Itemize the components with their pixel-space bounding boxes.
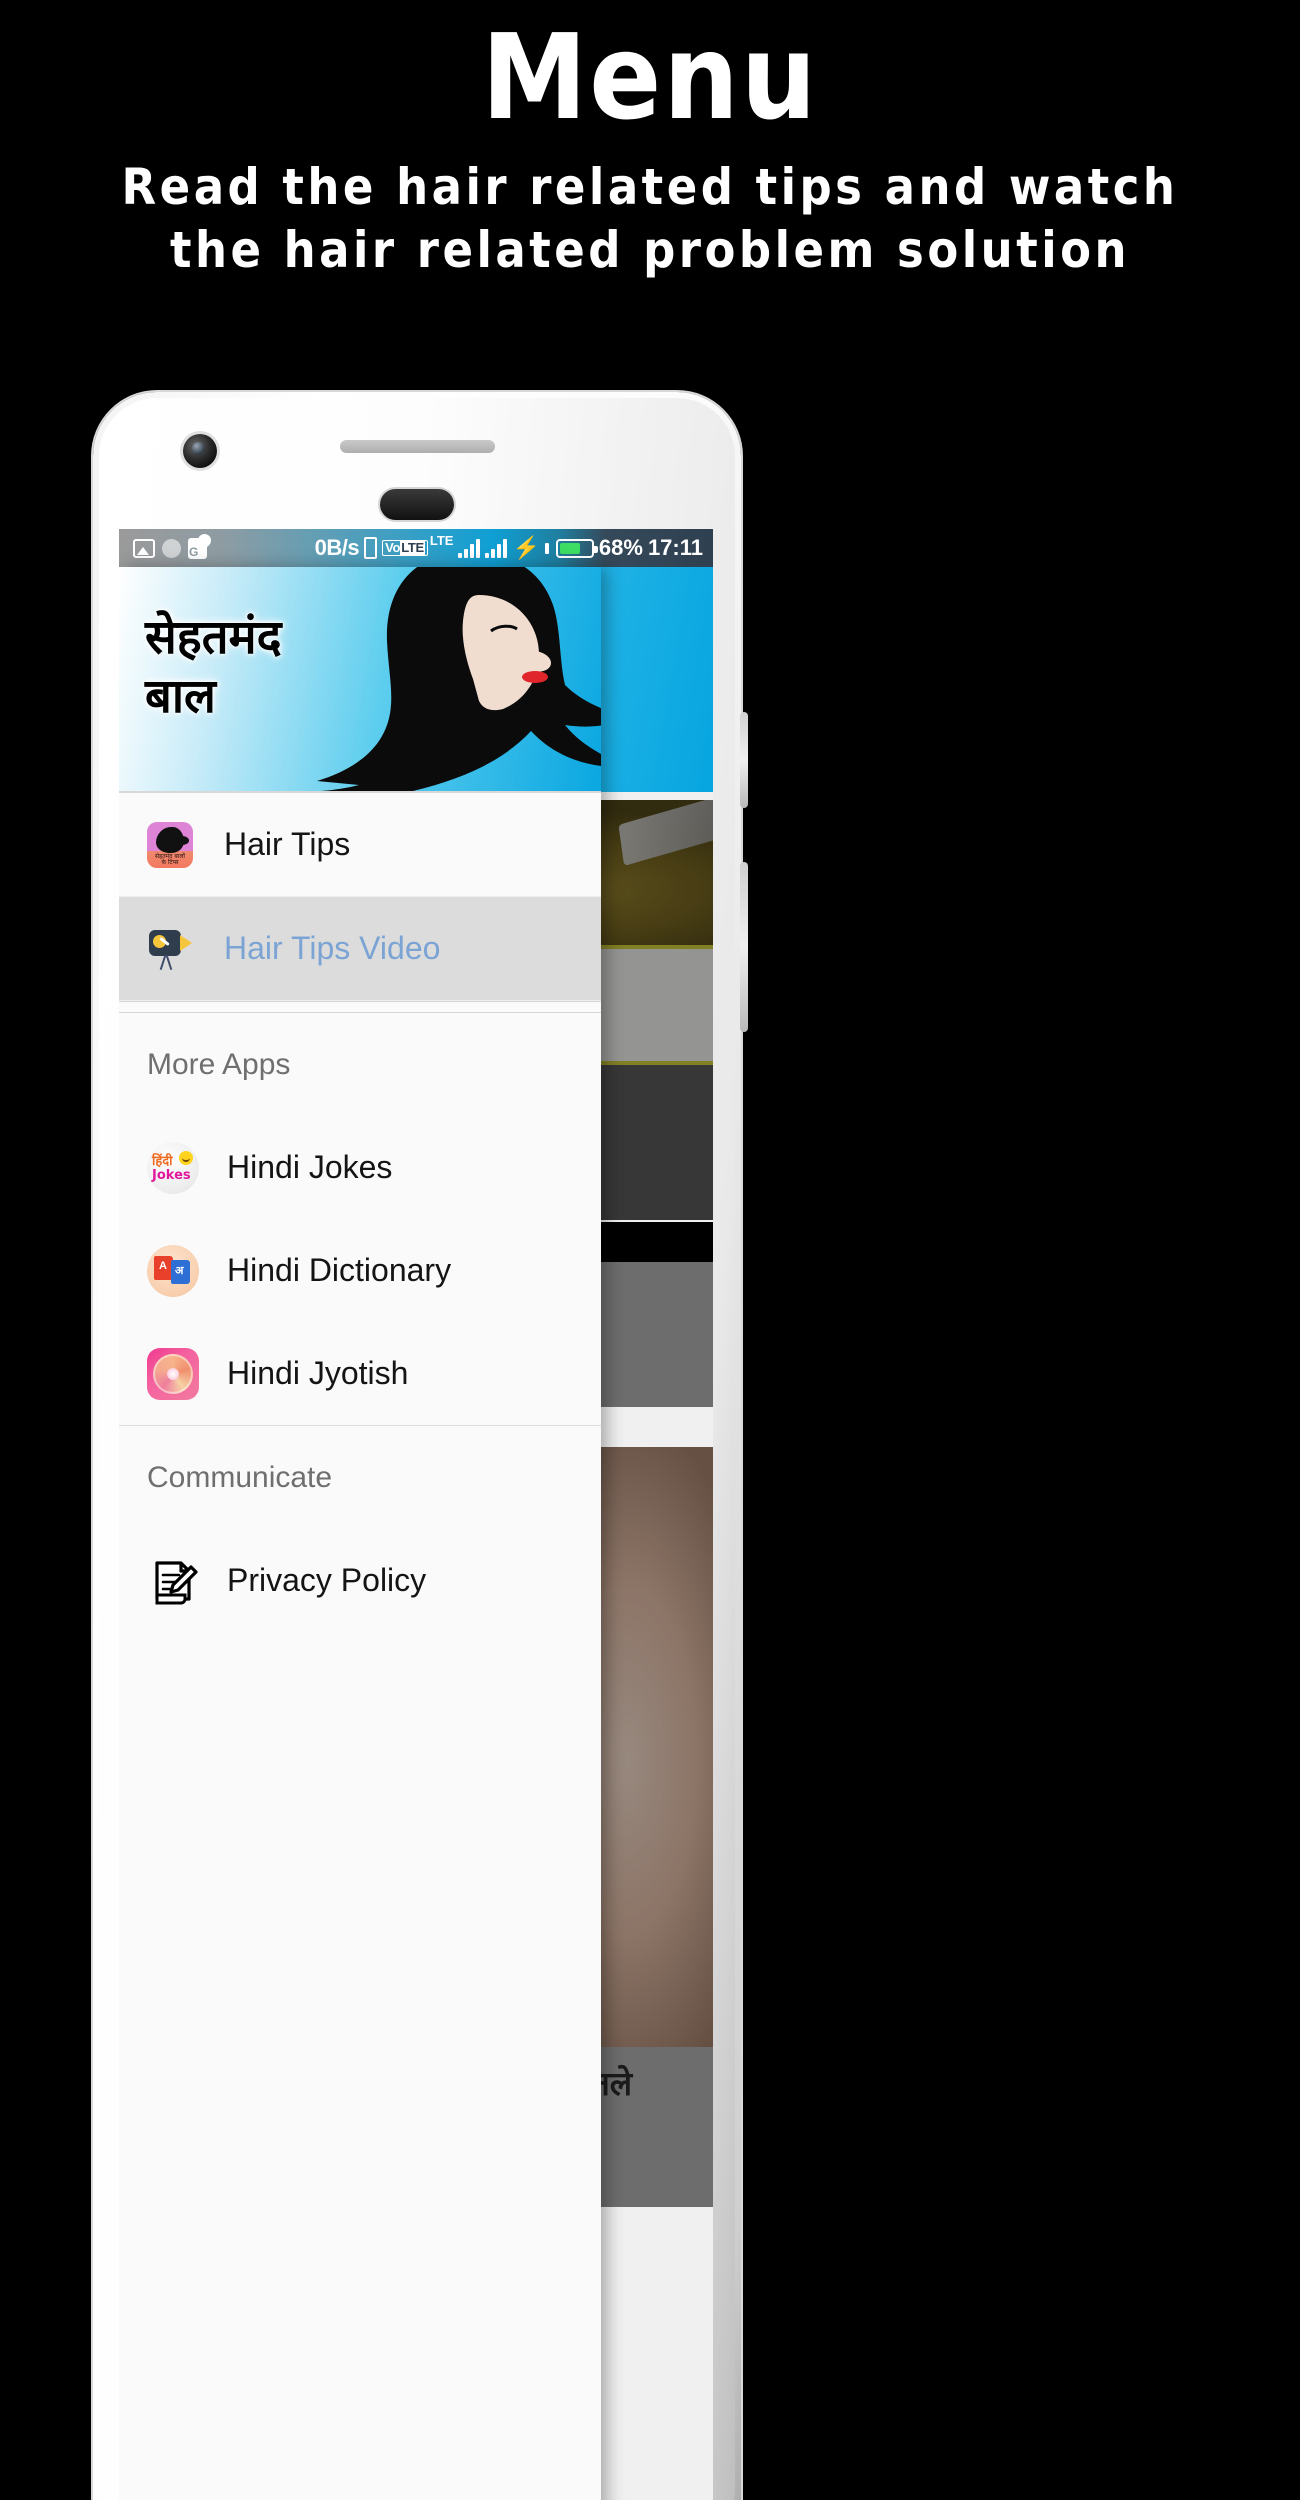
hair-tips-app-icon: सेहतमंद बालों के टिप्स	[147, 821, 193, 868]
drawer-item-label: Hindi Dictionary	[227, 1252, 452, 1288]
volume-button[interactable]	[740, 712, 748, 808]
navigation-drawer: सेहतमंद बाल सेहतमंद बालों के टिप्स Hair …	[119, 567, 601, 2500]
drawer-item-label: Hindi Jyotish	[227, 1355, 409, 1391]
drawer-item-label: Privacy Policy	[227, 1562, 427, 1598]
drawer-item-hair-tips-video[interactable]: Hair Tips Video	[119, 897, 601, 1001]
lte-label: LTE	[429, 532, 454, 548]
drawer-header: सेहतमंद बाल	[119, 567, 601, 793]
phone-device-frame: G 0B/s VoLTE LTE ⚡ 68% 17:11 पतले सेहतमं…	[93, 392, 748, 2500]
page-title: Menu	[481, 8, 819, 146]
drawer-item-label: Hindi Jokes	[227, 1149, 393, 1185]
hindi-dictionary-app-icon	[147, 1244, 199, 1297]
status-bar-right-icons: 0B/s VoLTE LTE ⚡ 68% 17:11	[314, 532, 713, 561]
vibrate-icon	[364, 537, 378, 559]
signal-bars-icon	[458, 538, 481, 558]
video-camera-icon	[147, 926, 193, 972]
drawer-item-hindi-jokes[interactable]: हिंदी Jokes Hindi Jokes	[119, 1116, 601, 1219]
charging-bolt-icon: ⚡	[512, 535, 540, 560]
promo-header: Menu Read the hair related tips and watc…	[0, 0, 1300, 281]
promo-screenshot: Menu Read the hair related tips and watc…	[0, 0, 1300, 2500]
privacy-policy-icon	[147, 1555, 199, 1607]
drawer-item-label: Hair Tips	[224, 826, 351, 862]
hindi-jyotish-app-icon	[147, 1347, 199, 1400]
drawer-item-hindi-dictionary[interactable]: Hindi Dictionary	[119, 1219, 601, 1322]
clock-label: 17:11	[647, 535, 703, 560]
drawer-item-hindi-jyotish[interactable]: Hindi Jyotish	[119, 1322, 601, 1425]
image-icon	[133, 538, 155, 558]
circle-sync-icon	[162, 538, 181, 558]
status-bar-left-icons: G	[119, 537, 207, 559]
drawer-item-privacy-policy[interactable]: Privacy Policy	[119, 1529, 601, 1632]
promo-subtitle: Read the hair related tips and watch the…	[121, 158, 1179, 279]
power-button[interactable]	[740, 862, 748, 1032]
earpiece-speaker	[340, 440, 495, 453]
front-camera-icon	[183, 434, 217, 468]
phone-screen: G 0B/s VoLTE LTE ⚡ 68% 17:11 पतले सेहतमं…	[119, 529, 713, 2500]
woman-hair-silhouette-icon	[317, 567, 601, 791]
home-button[interactable]	[380, 489, 454, 520]
google-maps-icon: G	[188, 537, 207, 559]
signal-bars-2-icon	[485, 538, 508, 558]
battery-icon	[555, 538, 598, 558]
drawer-section-heading-communicate: Communicate	[119, 1426, 601, 1529]
drawer-item-hair-tips[interactable]: सेहतमंद बालों के टिप्स Hair Tips	[119, 793, 601, 897]
battery-nub	[544, 542, 549, 554]
volte-icon: VoLTE	[382, 539, 428, 557]
hindi-jokes-app-icon: हिंदी Jokes	[147, 1141, 199, 1194]
drawer-item-label: Hair Tips Video	[224, 930, 441, 966]
drawer-section-divider	[119, 1001, 601, 1013]
network-speed-label: 0B/s	[314, 535, 360, 560]
battery-percent-label: 68%	[598, 535, 643, 560]
status-bar: G 0B/s VoLTE LTE ⚡ 68% 17:11	[119, 529, 713, 567]
drawer-section-heading-more-apps: More Apps	[119, 1013, 601, 1116]
